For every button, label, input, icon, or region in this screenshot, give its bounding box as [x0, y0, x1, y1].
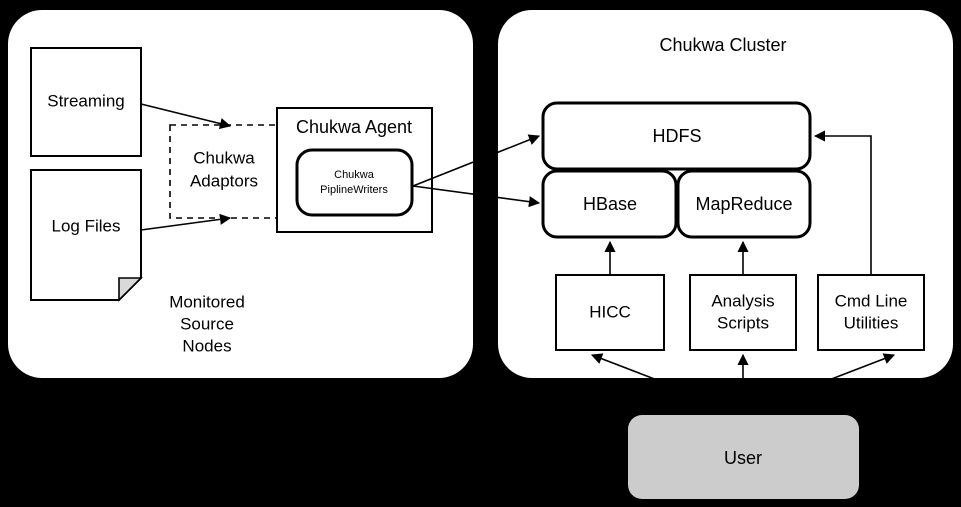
- cmd-line-utilities-label-line2: Utilities: [844, 313, 899, 332]
- monitored-caption-line1: Monitored: [169, 292, 245, 311]
- monitored-caption-line2: Source: [180, 314, 234, 333]
- log-files-label: Log Files: [52, 216, 121, 235]
- chukwa-architecture-diagram: Chukwa Cluster Streaming Log Files Chukw…: [8, 10, 953, 499]
- hbase-label: HBase: [583, 194, 637, 214]
- mapreduce-label: MapReduce: [695, 194, 792, 214]
- chukwa-agent-label: Chukwa Agent: [296, 117, 412, 137]
- streaming-label: Streaming: [47, 91, 124, 110]
- chukwa-piplinewriters-label-line2: PiplineWriters: [320, 184, 388, 196]
- hicc-label: HICC: [589, 302, 631, 321]
- monitored-caption-line3: Nodes: [182, 336, 231, 355]
- cmd-line-utilities-label-line1: Cmd Line: [835, 291, 908, 310]
- chukwa-cluster-title: Chukwa Cluster: [659, 35, 786, 55]
- analysis-scripts-label-line1: Analysis: [711, 291, 774, 310]
- diagram-canvas: Chukwa Cluster Streaming Log Files Chukw…: [0, 0, 961, 507]
- chukwa-adaptors-label-line1: Chukwa: [193, 148, 255, 167]
- chukwa-adaptors-label-line2: Adaptors: [190, 171, 258, 190]
- analysis-scripts-label-line2: Scripts: [717, 313, 769, 332]
- user-label: User: [724, 448, 762, 468]
- chukwa-piplinewriters-label-line1: Chukwa: [334, 169, 375, 181]
- chukwa-piplinewriters-box[interactable]: [295, 148, 414, 217]
- hdfs-label: HDFS: [653, 126, 702, 146]
